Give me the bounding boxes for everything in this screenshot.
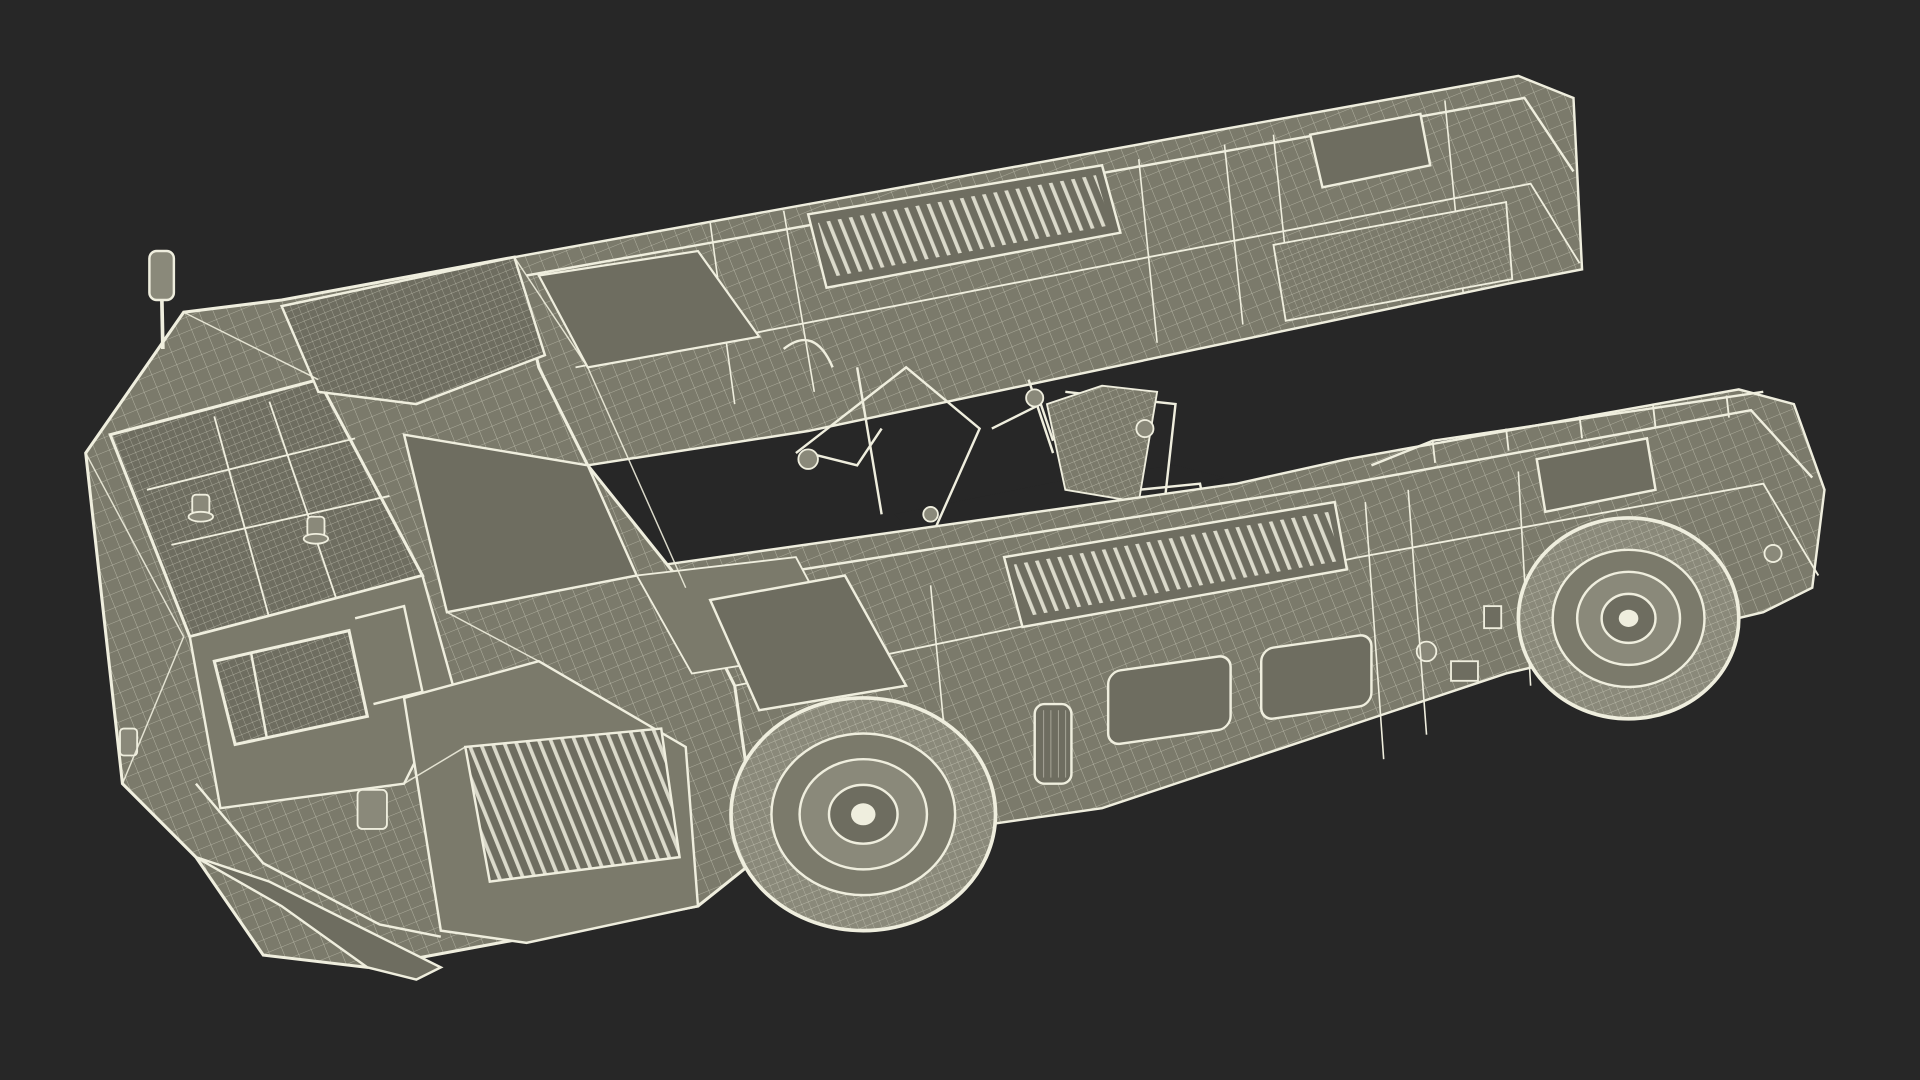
front-wheel xyxy=(729,696,998,933)
rear-light xyxy=(1763,543,1783,563)
linkage-joint-1 xyxy=(797,448,819,470)
roof-beacon-left xyxy=(187,493,214,523)
linkage-joint-4 xyxy=(922,506,939,523)
linkage-joint-2 xyxy=(1025,388,1045,408)
side-vent-2 xyxy=(1106,655,1232,746)
rear-wheel xyxy=(1516,516,1741,721)
side-box-1 xyxy=(1450,660,1479,682)
side-box-2 xyxy=(1483,605,1503,630)
wireframe-render xyxy=(84,74,1826,981)
roof-beacon-right xyxy=(302,515,330,545)
front-headlight xyxy=(356,788,388,830)
side-vent-3 xyxy=(1260,634,1373,720)
side-mirror xyxy=(119,727,139,757)
linkage-joint-3 xyxy=(1135,419,1155,439)
render-viewport xyxy=(0,0,1920,1080)
